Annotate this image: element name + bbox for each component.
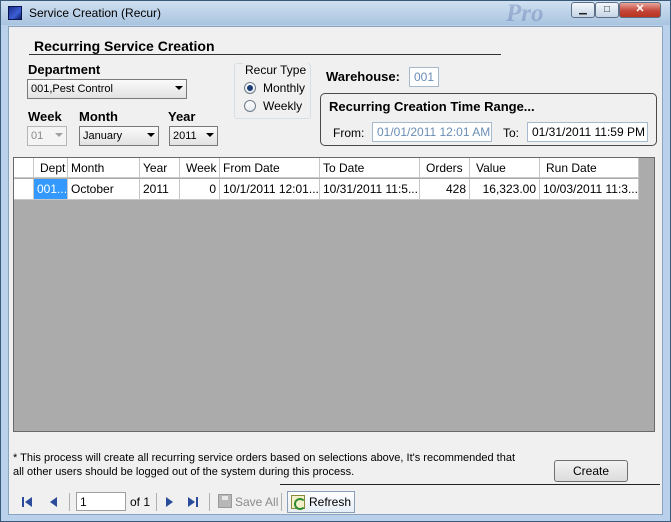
recur-type-title: Recur Type	[243, 63, 309, 77]
service-grid: Dept Month Year Week From Date To Date O…	[13, 157, 655, 432]
to-date-field[interactable]: 01/31/2011 11:59 PM	[527, 122, 648, 142]
section-title: Recurring Service Creation	[34, 38, 215, 54]
chevron-down-icon	[175, 86, 183, 90]
footer-divider	[280, 484, 660, 485]
department-value: 001,Pest Control	[31, 83, 113, 95]
col-dept[interactable]: Dept	[34, 158, 68, 178]
next-page-icon[interactable]	[161, 494, 177, 510]
toolbar-separator	[209, 493, 210, 511]
minimize-button[interactable]: ▁	[571, 2, 595, 18]
year-label: Year	[168, 109, 196, 124]
col-year[interactable]: Year	[140, 158, 180, 178]
grid-header: Dept Month Year Week From Date To Date O…	[14, 158, 639, 178]
col-run-date[interactable]: Run Date	[540, 158, 639, 178]
chevron-down-icon	[147, 133, 155, 137]
cell-week[interactable]: 0	[180, 179, 220, 199]
brand-watermark: Pro	[506, 0, 544, 27]
radio-monthly-label[interactable]: Monthly	[263, 81, 305, 95]
navigator-toolbar: 1 of 1 Save All Refresh	[13, 490, 373, 514]
col-orders[interactable]: Orders	[420, 158, 470, 178]
minimize-icon: ▁	[579, 4, 587, 15]
cell-dept[interactable]: 001...	[34, 179, 68, 199]
col-month[interactable]: Month	[68, 158, 140, 178]
previous-page-icon[interactable]	[45, 494, 61, 510]
toolbar-separator	[69, 493, 70, 511]
to-label: To:	[503, 126, 520, 140]
close-button[interactable]: ✕	[619, 2, 661, 18]
refresh-label: Refresh	[309, 495, 352, 509]
warehouse-label: Warehouse:	[326, 69, 400, 84]
col-value[interactable]: Value	[470, 158, 540, 178]
toolbar-separator	[281, 493, 282, 511]
process-note: * This process will create all recurring…	[13, 452, 516, 478]
col-to-date[interactable]: To Date	[320, 158, 420, 178]
col-week[interactable]: Week	[180, 158, 220, 178]
cell-run-date[interactable]: 10/03/2011 11:3...	[540, 179, 639, 199]
radio-weekly-label[interactable]: Weekly	[263, 99, 302, 113]
radio-weekly[interactable]	[244, 100, 256, 112]
cell-value[interactable]: 16,323.00	[470, 179, 540, 199]
chevron-down-icon	[55, 133, 63, 137]
week-label: Week	[28, 109, 62, 124]
cell-from-date[interactable]: 10/1/2011 12:01...	[220, 179, 320, 199]
from-label: From:	[333, 126, 365, 140]
year-value: 2011	[173, 130, 197, 142]
recur-type-group: Recur Type Monthly Weekly	[234, 63, 311, 119]
maximize-button[interactable]: □	[595, 2, 619, 18]
toolbar-separator	[156, 493, 157, 511]
chevron-down-icon	[206, 133, 214, 137]
month-select[interactable]: January	[79, 126, 159, 146]
close-icon: ✕	[635, 3, 645, 15]
department-select[interactable]: 001,Pest Control	[27, 79, 187, 99]
department-label: Department	[28, 62, 101, 77]
radio-monthly[interactable]	[244, 82, 256, 94]
save-all-icon	[218, 494, 232, 508]
application-window: Service Creation (Recur) Pro ▁ □ ✕ Recur…	[0, 0, 671, 522]
form-client-area: Recurring Service Creation Department 00…	[8, 26, 663, 515]
week-select[interactable]: 01	[27, 126, 67, 146]
cell-month[interactable]: October	[68, 179, 140, 199]
first-page-icon[interactable]	[19, 494, 35, 510]
page-count-label: of 1	[130, 495, 151, 509]
row-header-corner	[14, 158, 34, 178]
create-button[interactable]: Create	[554, 460, 628, 482]
cell-to-date[interactable]: 10/31/2011 11:5...	[320, 179, 420, 199]
month-value: January	[83, 130, 123, 142]
week-value: 01	[31, 130, 44, 142]
title-divider	[29, 54, 501, 55]
last-page-icon[interactable]	[185, 494, 201, 510]
title-bar[interactable]: Service Creation (Recur) Pro ▁ □ ✕	[1, 0, 670, 27]
page-number-input[interactable]: 1	[76, 492, 126, 511]
year-select[interactable]: 2011	[169, 126, 218, 146]
maximize-icon: □	[603, 4, 611, 15]
cell-year[interactable]: 2011	[140, 179, 180, 199]
time-range-group: Recurring Creation Time Range... From: 0…	[320, 93, 657, 146]
window-title: Service Creation (Recur)	[29, 6, 162, 20]
cell-orders[interactable]: 428	[420, 179, 470, 199]
row-header[interactable]	[14, 179, 34, 199]
app-logo-icon	[8, 6, 22, 20]
table-row[interactable]: 001... October 2011 0 10/1/2011 12:01...…	[14, 179, 639, 200]
month-label: Month	[79, 109, 118, 124]
save-all-button[interactable]: Save All	[235, 495, 278, 509]
refresh-icon	[291, 495, 306, 510]
time-range-title: Recurring Creation Time Range...	[329, 99, 535, 114]
col-from-date[interactable]: From Date	[220, 158, 320, 178]
refresh-button[interactable]: Refresh	[287, 491, 355, 513]
warehouse-field[interactable]: 001	[409, 67, 439, 87]
from-date-field[interactable]: 01/01/2011 12:01 AM	[372, 122, 492, 142]
